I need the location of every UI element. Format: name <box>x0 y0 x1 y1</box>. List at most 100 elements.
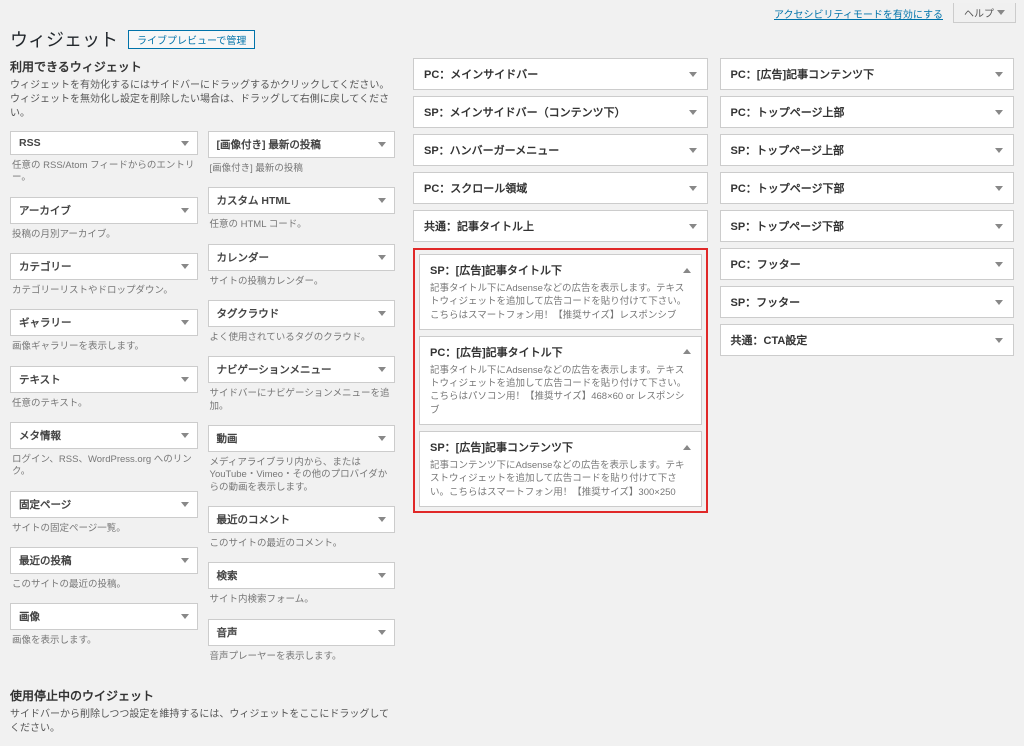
widget-area-c2-6[interactable]: SP：フッター <box>720 286 1015 318</box>
widget-area-c2-4[interactable]: SP：トップページ下部 <box>720 210 1015 242</box>
widget-label: 検索 <box>217 568 238 583</box>
chevron-down-icon <box>997 10 1005 15</box>
highlighted-areas: SP：[広告]記事タイトル下 記事タイトル下にAdsenseなどの広告を表示しま… <box>413 248 708 513</box>
widget-area-c2-3[interactable]: PC：トップページ下部 <box>720 172 1015 204</box>
chevron-down-icon <box>689 186 697 191</box>
widget-label: [画像付き] 最新の投稿 <box>217 137 321 152</box>
widget-label: タグクラウド <box>217 306 280 321</box>
area-label: SP：フッター <box>731 294 801 310</box>
widget-right-5[interactable]: 動画 <box>208 425 396 452</box>
chevron-down-icon <box>181 264 189 269</box>
area-desc: 記事コンテンツ下にAdsenseなどの広告を表示します。テキストウィジェットを追… <box>430 459 691 499</box>
area-label: PC：[広告]記事タイトル下 <box>430 344 563 360</box>
widget-left-5[interactable]: メタ情報 <box>10 422 198 449</box>
widget-left-0[interactable]: RSS <box>10 131 198 155</box>
chevron-down-icon <box>995 148 1003 153</box>
widget-right-4[interactable]: ナビゲーションメニュー <box>208 356 396 383</box>
widget-area-c1-4[interactable]: 共通：記事タイトル上 <box>413 210 708 242</box>
chevron-down-icon <box>995 338 1003 343</box>
area-label: SP：メインサイドバー（コンテンツ下） <box>424 104 626 120</box>
help-tab[interactable]: ヘルプ <box>953 3 1016 23</box>
chevron-down-icon <box>378 311 386 316</box>
widget-area-c2-1[interactable]: PC：トップページ上部 <box>720 96 1015 128</box>
widget-label: 最近の投稿 <box>19 553 72 568</box>
area-label: SP：[広告]記事コンテンツ下 <box>430 439 573 455</box>
widget-right-8[interactable]: 音声 <box>208 619 396 646</box>
widget-label: ギャラリー <box>19 315 72 330</box>
widget-label: 画像 <box>19 609 40 624</box>
chevron-down-icon <box>378 142 386 147</box>
widget-left-2[interactable]: カテゴリー <box>10 253 198 280</box>
widget-left-8[interactable]: 画像 <box>10 603 198 630</box>
area-label: SP：トップページ下部 <box>731 218 844 234</box>
widget-desc: 画像ギャラリーを表示します。 <box>10 336 198 363</box>
widget-area-c2-0[interactable]: PC：[広告]記事コンテンツ下 <box>720 58 1015 90</box>
area-label: SP：ハンバーガーメニュー <box>424 142 559 158</box>
widget-right-3[interactable]: タグクラウド <box>208 300 396 327</box>
chevron-down-icon <box>181 614 189 619</box>
widget-right-1[interactable]: カスタム HTML <box>208 187 396 214</box>
chevron-down-icon <box>181 208 189 213</box>
chevron-down-icon <box>995 72 1003 77</box>
widget-right-2[interactable]: カレンダー <box>208 244 396 271</box>
widget-desc: ログイン、RSS、WordPress.org へのリンク。 <box>10 449 198 489</box>
widget-area-c2-5[interactable]: PC：フッター <box>720 248 1015 280</box>
chevron-down-icon <box>689 72 697 77</box>
chevron-down-icon <box>689 110 697 115</box>
widget-left-4[interactable]: テキスト <box>10 366 198 393</box>
widget-left-3[interactable]: ギャラリー <box>10 309 198 336</box>
widget-area-c1-3[interactable]: PC：スクロール領域 <box>413 172 708 204</box>
widget-area-expanded-2[interactable]: SP：[広告]記事コンテンツ下 記事コンテンツ下にAdsenseなどの広告を表示… <box>419 431 702 507</box>
widget-desc: 画像を表示します。 <box>10 630 198 657</box>
area-label: PC：[広告]記事コンテンツ下 <box>731 66 875 82</box>
inactive-widgets-title: 使用停止中のウイジェット <box>10 687 395 704</box>
widget-left-7[interactable]: 最近の投稿 <box>10 547 198 574</box>
widget-desc: サイト内検索フォーム。 <box>208 589 396 616</box>
widget-desc: カテゴリーリストやドロップダウン。 <box>10 280 198 307</box>
area-label: PC：メインサイドバー <box>424 66 538 82</box>
page-title: ウィジェット <box>10 26 118 52</box>
live-preview-button[interactable]: ライブプレビューで管理 <box>128 30 255 49</box>
area-label: PC：トップページ下部 <box>731 180 845 196</box>
widget-desc: サイトの投稿カレンダー。 <box>208 271 396 298</box>
widget-desc: [画像付き] 最新の投稿 <box>208 158 396 185</box>
accessibility-link[interactable]: アクセシビリティモードを有効にする <box>774 6 943 21</box>
widget-area-c2-7[interactable]: 共通：CTA設定 <box>720 324 1015 356</box>
widget-area-expanded-0[interactable]: SP：[広告]記事タイトル下 記事タイトル下にAdsenseなどの広告を表示しま… <box>419 254 702 330</box>
widget-desc: サイトの固定ページ一覧。 <box>10 518 198 545</box>
chevron-up-icon <box>683 268 691 273</box>
widget-desc: このサイトの最近のコメント。 <box>208 533 396 560</box>
chevron-up-icon <box>683 445 691 450</box>
widget-label: 固定ページ <box>19 497 71 512</box>
widget-area-c1-2[interactable]: SP：ハンバーガーメニュー <box>413 134 708 166</box>
help-label: ヘルプ <box>964 5 994 20</box>
widget-left-6[interactable]: 固定ページ <box>10 491 198 518</box>
widget-area-c1-0[interactable]: PC：メインサイドバー <box>413 58 708 90</box>
widget-desc: 任意の HTML コード。 <box>208 214 396 241</box>
widget-right-7[interactable]: 検索 <box>208 562 396 589</box>
widget-label: カスタム HTML <box>217 193 291 208</box>
widget-desc: 音声プレーヤーを表示します。 <box>208 646 396 673</box>
widget-left-1[interactable]: アーカイブ <box>10 197 198 224</box>
area-label: PC：フッター <box>731 256 801 272</box>
widget-desc: メディアライブラリ内から、または YouTube・Vimeo・その他のプロバイダ… <box>208 452 396 504</box>
chevron-down-icon <box>995 224 1003 229</box>
area-label: PC：トップページ上部 <box>731 104 845 120</box>
widget-right-0[interactable]: [画像付き] 最新の投稿 <box>208 131 396 158</box>
chevron-down-icon <box>995 300 1003 305</box>
chevron-up-icon <box>683 349 691 354</box>
widget-label: カレンダー <box>217 250 270 265</box>
widget-area-c1-1[interactable]: SP：メインサイドバー（コンテンツ下） <box>413 96 708 128</box>
widget-desc: よく使用されているタグのクラウド。 <box>208 327 396 354</box>
widget-area-expanded-1[interactable]: PC：[広告]記事タイトル下 記事タイトル下にAdsenseなどの広告を表示しま… <box>419 336 702 425</box>
chevron-down-icon <box>378 436 386 441</box>
chevron-down-icon <box>378 255 386 260</box>
chevron-down-icon <box>995 110 1003 115</box>
widget-desc: このサイトの最近の投稿。 <box>10 574 198 601</box>
area-label: SP：トップページ上部 <box>731 142 844 158</box>
area-label: SP：[広告]記事タイトル下 <box>430 262 562 278</box>
widget-area-c2-2[interactable]: SP：トップページ上部 <box>720 134 1015 166</box>
chevron-down-icon <box>995 186 1003 191</box>
widget-right-6[interactable]: 最近のコメント <box>208 506 396 533</box>
area-label: 共通：記事タイトル上 <box>424 218 534 234</box>
